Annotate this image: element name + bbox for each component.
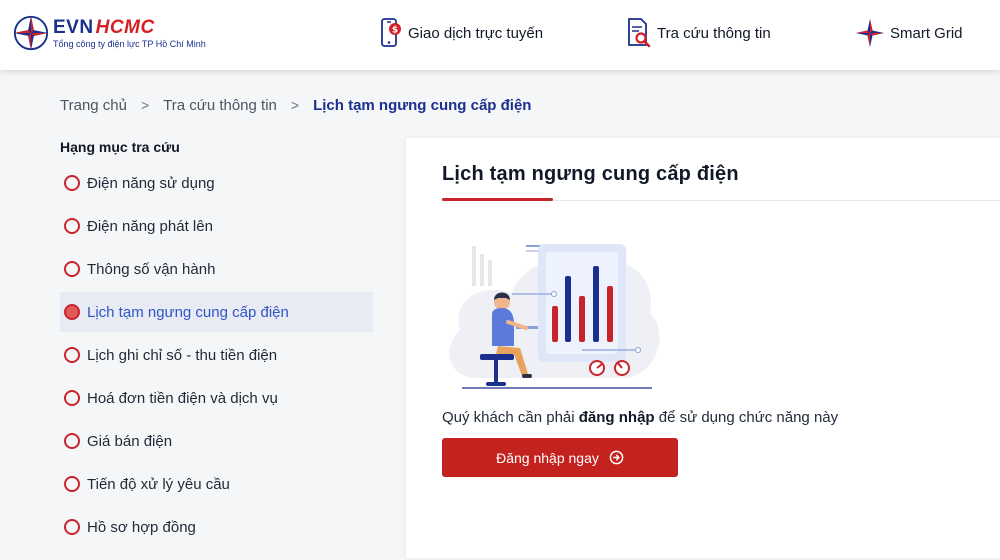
radio-icon [64, 175, 80, 191]
radio-icon [64, 476, 80, 492]
breadcrumb-current: Lịch tạm ngưng cung cấp điện [313, 96, 532, 114]
arrow-circle-right-icon [609, 450, 624, 465]
radio-icon [64, 433, 80, 449]
sidebar-item-label: Điện năng sử dụng [87, 174, 215, 192]
logo-subtitle: Tổng công ty điện lực TP Hồ Chí Minh [53, 38, 206, 49]
document-search-icon [628, 18, 651, 48]
breadcrumb: Trang chủ > Tra cứu thông tin > Lịch tạm… [60, 95, 531, 115]
sidebar-item-contract-records[interactable]: Hồ sơ hợp đồng [60, 507, 373, 547]
sidebar-item-energy-used[interactable]: Điện năng sử dụng [60, 163, 373, 203]
sidebar-item-outage-schedule[interactable]: Lịch tạm ngưng cung cấp điện [60, 292, 373, 332]
sidebar-title: Hạng mục tra cứu [60, 139, 180, 155]
breadcrumb-chevron-icon: > [140, 97, 150, 113]
login-required-illustration [449, 244, 660, 389]
breadcrumb-home[interactable]: Trang chủ [60, 97, 127, 114]
svg-text:$: $ [392, 26, 398, 36]
breadcrumb-lookup[interactable]: Tra cứu thông tin [163, 97, 277, 114]
sidebar-item-label: Tiến độ xử lý yêu cầu [87, 475, 230, 493]
sidebar-menu: Điện năng sử dụng Điện năng phát lên Thô… [60, 163, 373, 550]
evn-star-logo-icon [13, 15, 49, 51]
radio-icon [64, 519, 80, 535]
sidebar-item-label: Hồ sơ hợp đồng [87, 518, 196, 536]
sidebar-item-label: Lịch tạm ngưng cung cấp điện [87, 303, 289, 321]
radio-icon [64, 261, 80, 277]
login-required-notice: Quý khách cần phải đăng nhập để sử dụng … [442, 409, 838, 426]
nav-smart-grid[interactable]: Smart Grid [856, 17, 963, 49]
login-now-button[interactable]: Đăng nhập ngay [442, 438, 678, 477]
sidebar-item-label: Thông số vận hành [87, 260, 216, 278]
notice-suffix: để sử dụng chức năng này [654, 409, 839, 426]
radio-icon [64, 218, 80, 234]
logo-brand-evn: EVN [53, 16, 94, 38]
sidebar-item-label: Điện năng phát lên [87, 217, 213, 235]
login-button-label: Đăng nhập ngay [496, 449, 599, 466]
title-accent-bar [442, 198, 553, 201]
breadcrumb-chevron-icon: > [290, 97, 300, 113]
sidebar-item-label: Hoá đơn tiền điện và dịch vụ [87, 389, 278, 407]
nav-lookup-label: Tra cứu thông tin [657, 24, 771, 42]
radio-icon [64, 390, 80, 406]
top-header: EVN HCMC Tổng công ty điện lực TP Hồ Chí… [0, 0, 1000, 70]
radio-icon [64, 347, 80, 363]
nav-smart-grid-label: Smart Grid [890, 24, 963, 42]
sidebar-item-invoices[interactable]: Hoá đơn tiền điện và dịch vụ [60, 378, 373, 418]
nav-online-label: Giao dịch trực tuyến [408, 24, 544, 42]
sidebar-item-operation-params[interactable]: Thông số vận hành [60, 249, 373, 289]
nav-online-transactions[interactable]: $ Giao dịch trực tuyến [380, 17, 543, 49]
sidebar-item-meter-reading-schedule[interactable]: Lịch ghi chỉ số - thu tiền điện [60, 335, 373, 375]
sidebar-item-request-progress[interactable]: Tiến độ xử lý yêu cầu [60, 464, 373, 504]
notice-login-emphasis: đăng nhập [578, 409, 655, 426]
content-card: Lịch tạm ngưng cung cấp điện Quý khách c… [406, 138, 1000, 558]
phone-payment-icon: $ [381, 18, 401, 47]
radio-selected-icon [64, 304, 80, 320]
page-title: Lịch tạm ngưng cung cấp điện [442, 163, 739, 185]
sidebar-item-electricity-price[interactable]: Giá bán điện [60, 421, 373, 461]
logo-brand-hcmc: HCMC [95, 16, 155, 38]
sidebar-item-label: Lịch ghi chỉ số - thu tiền điện [87, 346, 278, 364]
evn-hcmc-logo[interactable]: EVN HCMC Tổng công ty điện lực TP Hồ Chí… [12, 14, 206, 52]
notice-prefix: Quý khách cần phải [442, 409, 579, 426]
nav-information-lookup[interactable]: Tra cứu thông tin [627, 17, 771, 49]
sidebar-item-energy-generated[interactable]: Điện năng phát lên [60, 206, 373, 246]
sidebar-item-label: Giá bán điện [87, 432, 173, 450]
star-compass-icon [856, 19, 884, 47]
